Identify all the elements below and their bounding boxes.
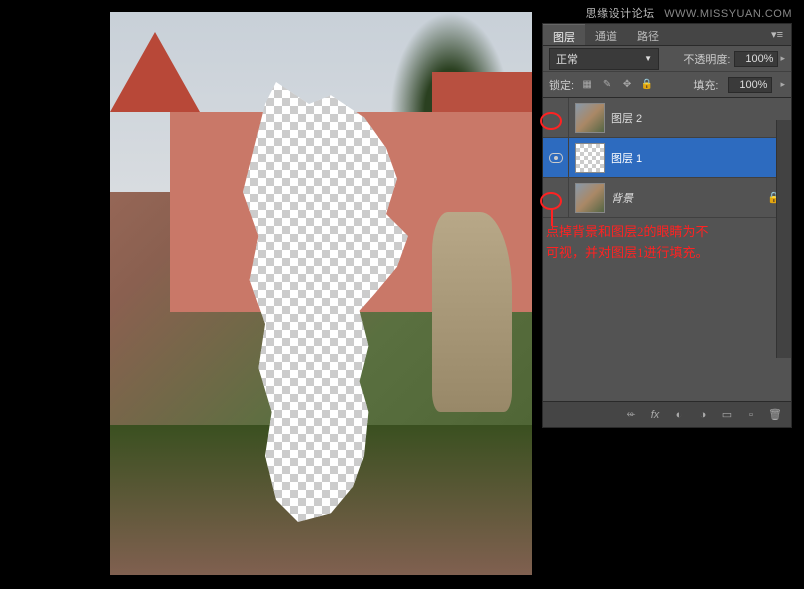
lock-transparency-icon[interactable]: ▦ <box>580 78 594 92</box>
mask-icon[interactable]: ◐ <box>671 407 687 423</box>
eye-icon <box>549 153 563 163</box>
annotation-circle-top <box>540 112 562 130</box>
lock-row: 锁定: ▦ ✎ ✥ 🔒 填充: 100% ▸ <box>543 72 791 98</box>
layer-row[interactable]: 图层 2 <box>543 98 791 138</box>
annotation-text: 点掉背景和图层2的眼睛为不 可视，并对图层1进行填充。 <box>546 222 786 264</box>
layer-thumbnail[interactable] <box>575 183 605 213</box>
watermark-url: WWW.MISSYUAN.COM <box>664 8 792 20</box>
chevron-down-icon: ▼ <box>644 54 652 63</box>
annotation-line2: 可视，并对图层1进行填充。 <box>546 243 786 264</box>
opacity-label: 不透明度: <box>683 51 730 67</box>
lock-all-icon[interactable]: 🔒 <box>640 78 654 92</box>
blend-mode-dropdown[interactable]: 正常 ▼ <box>549 48 659 70</box>
document-canvas[interactable] <box>110 12 532 575</box>
layer-thumbnail[interactable] <box>575 143 605 173</box>
blend-mode-value: 正常 <box>556 51 578 67</box>
trash-icon[interactable]: 🗑 <box>767 407 783 423</box>
new-layer-icon[interactable]: ▫ <box>743 407 759 423</box>
panel-menu-icon[interactable]: ▾≡ <box>763 24 791 45</box>
watermark-cn: 思缘设计论坛 <box>586 8 655 20</box>
canvas-statue <box>432 212 512 412</box>
annotation-line1: 点掉背景和图层2的眼睛为不 <box>546 222 786 243</box>
layer-name-label[interactable]: 图层 1 <box>611 150 642 166</box>
layer-name-label[interactable]: 背景 <box>611 190 633 206</box>
canvas-content <box>110 12 532 575</box>
lock-move-icon[interactable]: ✥ <box>620 78 634 92</box>
link-layers-icon[interactable]: ⬰ <box>623 407 639 423</box>
layer-row[interactable]: 背景 🔒 <box>543 178 791 218</box>
layer-row[interactable]: 图层 1 <box>543 138 791 178</box>
blend-row: 正常 ▼ 不透明度: 100% ▸ <box>543 46 791 72</box>
tab-channels[interactable]: 通道 <box>585 24 627 45</box>
panel-footer: ⬰ fx ◐ ◑ ▭ ▫ 🗑 <box>543 401 791 427</box>
lock-label: 锁定: <box>549 77 574 93</box>
opacity-input[interactable]: 100% <box>734 51 778 67</box>
opacity-arrow-icon[interactable]: ▸ <box>780 53 785 64</box>
adjustment-icon[interactable]: ◑ <box>695 407 711 423</box>
visibility-toggle[interactable] <box>543 138 569 177</box>
fill-label: 填充: <box>693 77 718 93</box>
layer-thumbnail[interactable] <box>575 103 605 133</box>
tab-paths[interactable]: 路径 <box>627 24 669 45</box>
fill-arrow-icon[interactable]: ▸ <box>780 79 785 90</box>
layer-name-label[interactable]: 图层 2 <box>611 110 642 126</box>
panel-tabs: 图层 通道 路径 ▾≡ <box>543 24 791 46</box>
tab-layers[interactable]: 图层 <box>543 24 585 45</box>
folder-icon[interactable]: ▭ <box>719 407 735 423</box>
fill-input[interactable]: 100% <box>728 77 772 93</box>
lock-brush-icon[interactable]: ✎ <box>600 78 614 92</box>
watermark: 思缘设计论坛 WWW.MISSYUAN.COM <box>586 5 792 21</box>
fx-icon[interactable]: fx <box>647 407 663 423</box>
